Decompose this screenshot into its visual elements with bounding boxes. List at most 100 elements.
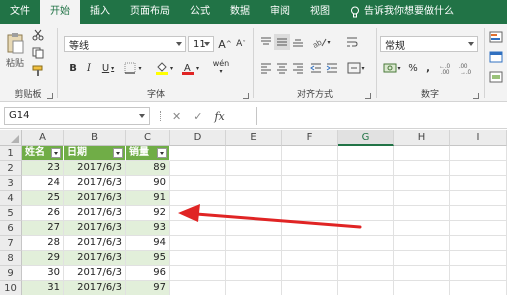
sheet-cell[interactable] xyxy=(226,206,282,221)
column-header-b[interactable]: B xyxy=(64,130,126,146)
orientation-button[interactable]: ab ▾ xyxy=(310,34,334,50)
borders-button[interactable]: ▾ xyxy=(122,60,144,76)
row-header[interactable]: 9 xyxy=(0,266,22,281)
menu-page-layout[interactable]: 页面布局 xyxy=(120,0,180,24)
table-cell[interactable]: 94 xyxy=(126,236,170,251)
row-header[interactable]: 6 xyxy=(0,221,22,236)
sheet-cell[interactable] xyxy=(170,221,226,236)
sheet-cell[interactable] xyxy=(394,146,450,161)
number-format-dropdown[interactable]: 常规 xyxy=(380,36,478,52)
table-cell[interactable]: 23 xyxy=(22,161,64,176)
sheet-cell[interactable] xyxy=(226,146,282,161)
sheet-cell[interactable] xyxy=(450,221,507,236)
sheet-cell[interactable] xyxy=(450,161,507,176)
sheet-cell[interactable] xyxy=(170,236,226,251)
table-cell[interactable]: 2017/6/3 xyxy=(64,161,126,176)
sheet-cell[interactable] xyxy=(450,191,507,206)
sheet-cell[interactable] xyxy=(394,221,450,236)
sheet-cell[interactable] xyxy=(338,206,394,221)
sheet-cell[interactable] xyxy=(282,281,338,295)
clipboard-launcher-icon[interactable] xyxy=(47,93,53,99)
table-cell[interactable]: 26 xyxy=(22,206,64,221)
conditional-formatting-button[interactable] xyxy=(488,30,504,44)
accounting-format-button[interactable]: ▾ xyxy=(380,60,404,76)
sheet-cell[interactable] xyxy=(450,266,507,281)
cancel-icon[interactable]: ✕ xyxy=(172,110,181,123)
row-header[interactable]: 4 xyxy=(0,191,22,206)
formula-bar-grip[interactable] xyxy=(160,111,162,121)
row-header[interactable]: 3 xyxy=(0,176,22,191)
copy-button[interactable] xyxy=(30,46,46,60)
table-cell[interactable]: 2017/6/3 xyxy=(64,266,126,281)
decrease-indent-button[interactable] xyxy=(308,60,324,76)
menu-data[interactable]: 数据 xyxy=(220,0,260,24)
table-cell[interactable]: 29 xyxy=(22,251,64,266)
grow-font-button[interactable]: A ^ xyxy=(218,36,232,52)
table-cell[interactable]: 95 xyxy=(126,251,170,266)
table-cell[interactable]: 24 xyxy=(22,176,64,191)
font-size-dropdown[interactable]: 11 xyxy=(188,36,214,52)
filter-dropdown-icon[interactable] xyxy=(157,148,167,158)
sheet-cell[interactable] xyxy=(450,281,507,295)
menu-insert[interactable]: 插入 xyxy=(80,0,120,24)
tell-me-search[interactable]: 告诉我你想要做什么 xyxy=(340,0,464,24)
paste-button[interactable]: 粘贴 xyxy=(4,30,26,70)
row-header[interactable]: 1 xyxy=(0,146,22,161)
format-painter-button[interactable] xyxy=(30,64,46,78)
sheet-cell[interactable] xyxy=(450,176,507,191)
column-header-a[interactable]: A xyxy=(22,130,64,146)
align-bottom-button[interactable] xyxy=(290,34,306,50)
sheet-cell[interactable] xyxy=(338,161,394,176)
sheet-cell[interactable] xyxy=(338,191,394,206)
sheet-cell[interactable] xyxy=(338,221,394,236)
sheet-cell[interactable] xyxy=(450,206,507,221)
cell-styles-button[interactable] xyxy=(488,70,504,84)
table-cell[interactable]: 93 xyxy=(126,221,170,236)
italic-button[interactable]: I xyxy=(82,60,96,76)
decrease-decimal-button[interactable]: .00 →.0 xyxy=(458,60,476,76)
table-cell[interactable]: 2017/6/3 xyxy=(64,221,126,236)
increase-indent-button[interactable] xyxy=(324,60,340,76)
column-header-c[interactable]: C xyxy=(126,130,170,146)
filter-dropdown-icon[interactable] xyxy=(51,148,61,158)
worksheet-grid[interactable]: A B C D E F G H I 1 姓名 日期 销量 2 23 2017/6/3 89 3 24 2017/6/3… xyxy=(0,130,507,295)
sheet-cell[interactable] xyxy=(226,191,282,206)
sheet-cell[interactable] xyxy=(394,176,450,191)
sheet-cell[interactable] xyxy=(394,266,450,281)
bold-button[interactable]: B xyxy=(66,60,80,76)
alignment-launcher-icon[interactable] xyxy=(365,93,371,99)
menu-file[interactable]: 文件 xyxy=(0,0,40,24)
sheet-cell[interactable] xyxy=(282,191,338,206)
sheet-cell[interactable] xyxy=(226,161,282,176)
sheet-cell[interactable] xyxy=(170,251,226,266)
number-launcher-icon[interactable] xyxy=(473,93,479,99)
sheet-cell[interactable] xyxy=(170,281,226,295)
sheet-cell[interactable] xyxy=(338,266,394,281)
table-cell[interactable]: 30 xyxy=(22,266,64,281)
menu-review[interactable]: 审阅 xyxy=(260,0,300,24)
font-name-dropdown[interactable]: 等线 xyxy=(64,36,186,52)
sheet-cell[interactable] xyxy=(394,191,450,206)
wrap-text-button[interactable] xyxy=(344,34,360,50)
table-cell[interactable]: 25 xyxy=(22,191,64,206)
table-header-cell[interactable]: 姓名 xyxy=(22,146,64,161)
merge-center-button[interactable]: ▾ xyxy=(344,60,368,76)
align-right-button[interactable] xyxy=(290,60,306,76)
increase-decimal-button[interactable]: ←.0 .00 xyxy=(438,60,456,76)
font-color-button[interactable]: A ▾ xyxy=(178,60,202,76)
shrink-font-button[interactable]: Aˇ xyxy=(234,36,248,52)
column-header-d[interactable]: D xyxy=(170,130,226,146)
menu-view[interactable]: 视图 xyxy=(300,0,340,24)
column-header-e[interactable]: E xyxy=(226,130,282,146)
table-cell[interactable]: 28 xyxy=(22,236,64,251)
row-header[interactable]: 2 xyxy=(0,161,22,176)
sheet-cell[interactable] xyxy=(282,251,338,266)
table-cell[interactable]: 2017/6/3 xyxy=(64,206,126,221)
sheet-cell[interactable] xyxy=(394,161,450,176)
sheet-cell[interactable] xyxy=(450,251,507,266)
row-header[interactable]: 5 xyxy=(0,206,22,221)
row-header[interactable]: 7 xyxy=(0,236,22,251)
sheet-cell[interactable] xyxy=(226,221,282,236)
table-cell[interactable]: 2017/6/3 xyxy=(64,251,126,266)
sheet-cell[interactable] xyxy=(338,236,394,251)
